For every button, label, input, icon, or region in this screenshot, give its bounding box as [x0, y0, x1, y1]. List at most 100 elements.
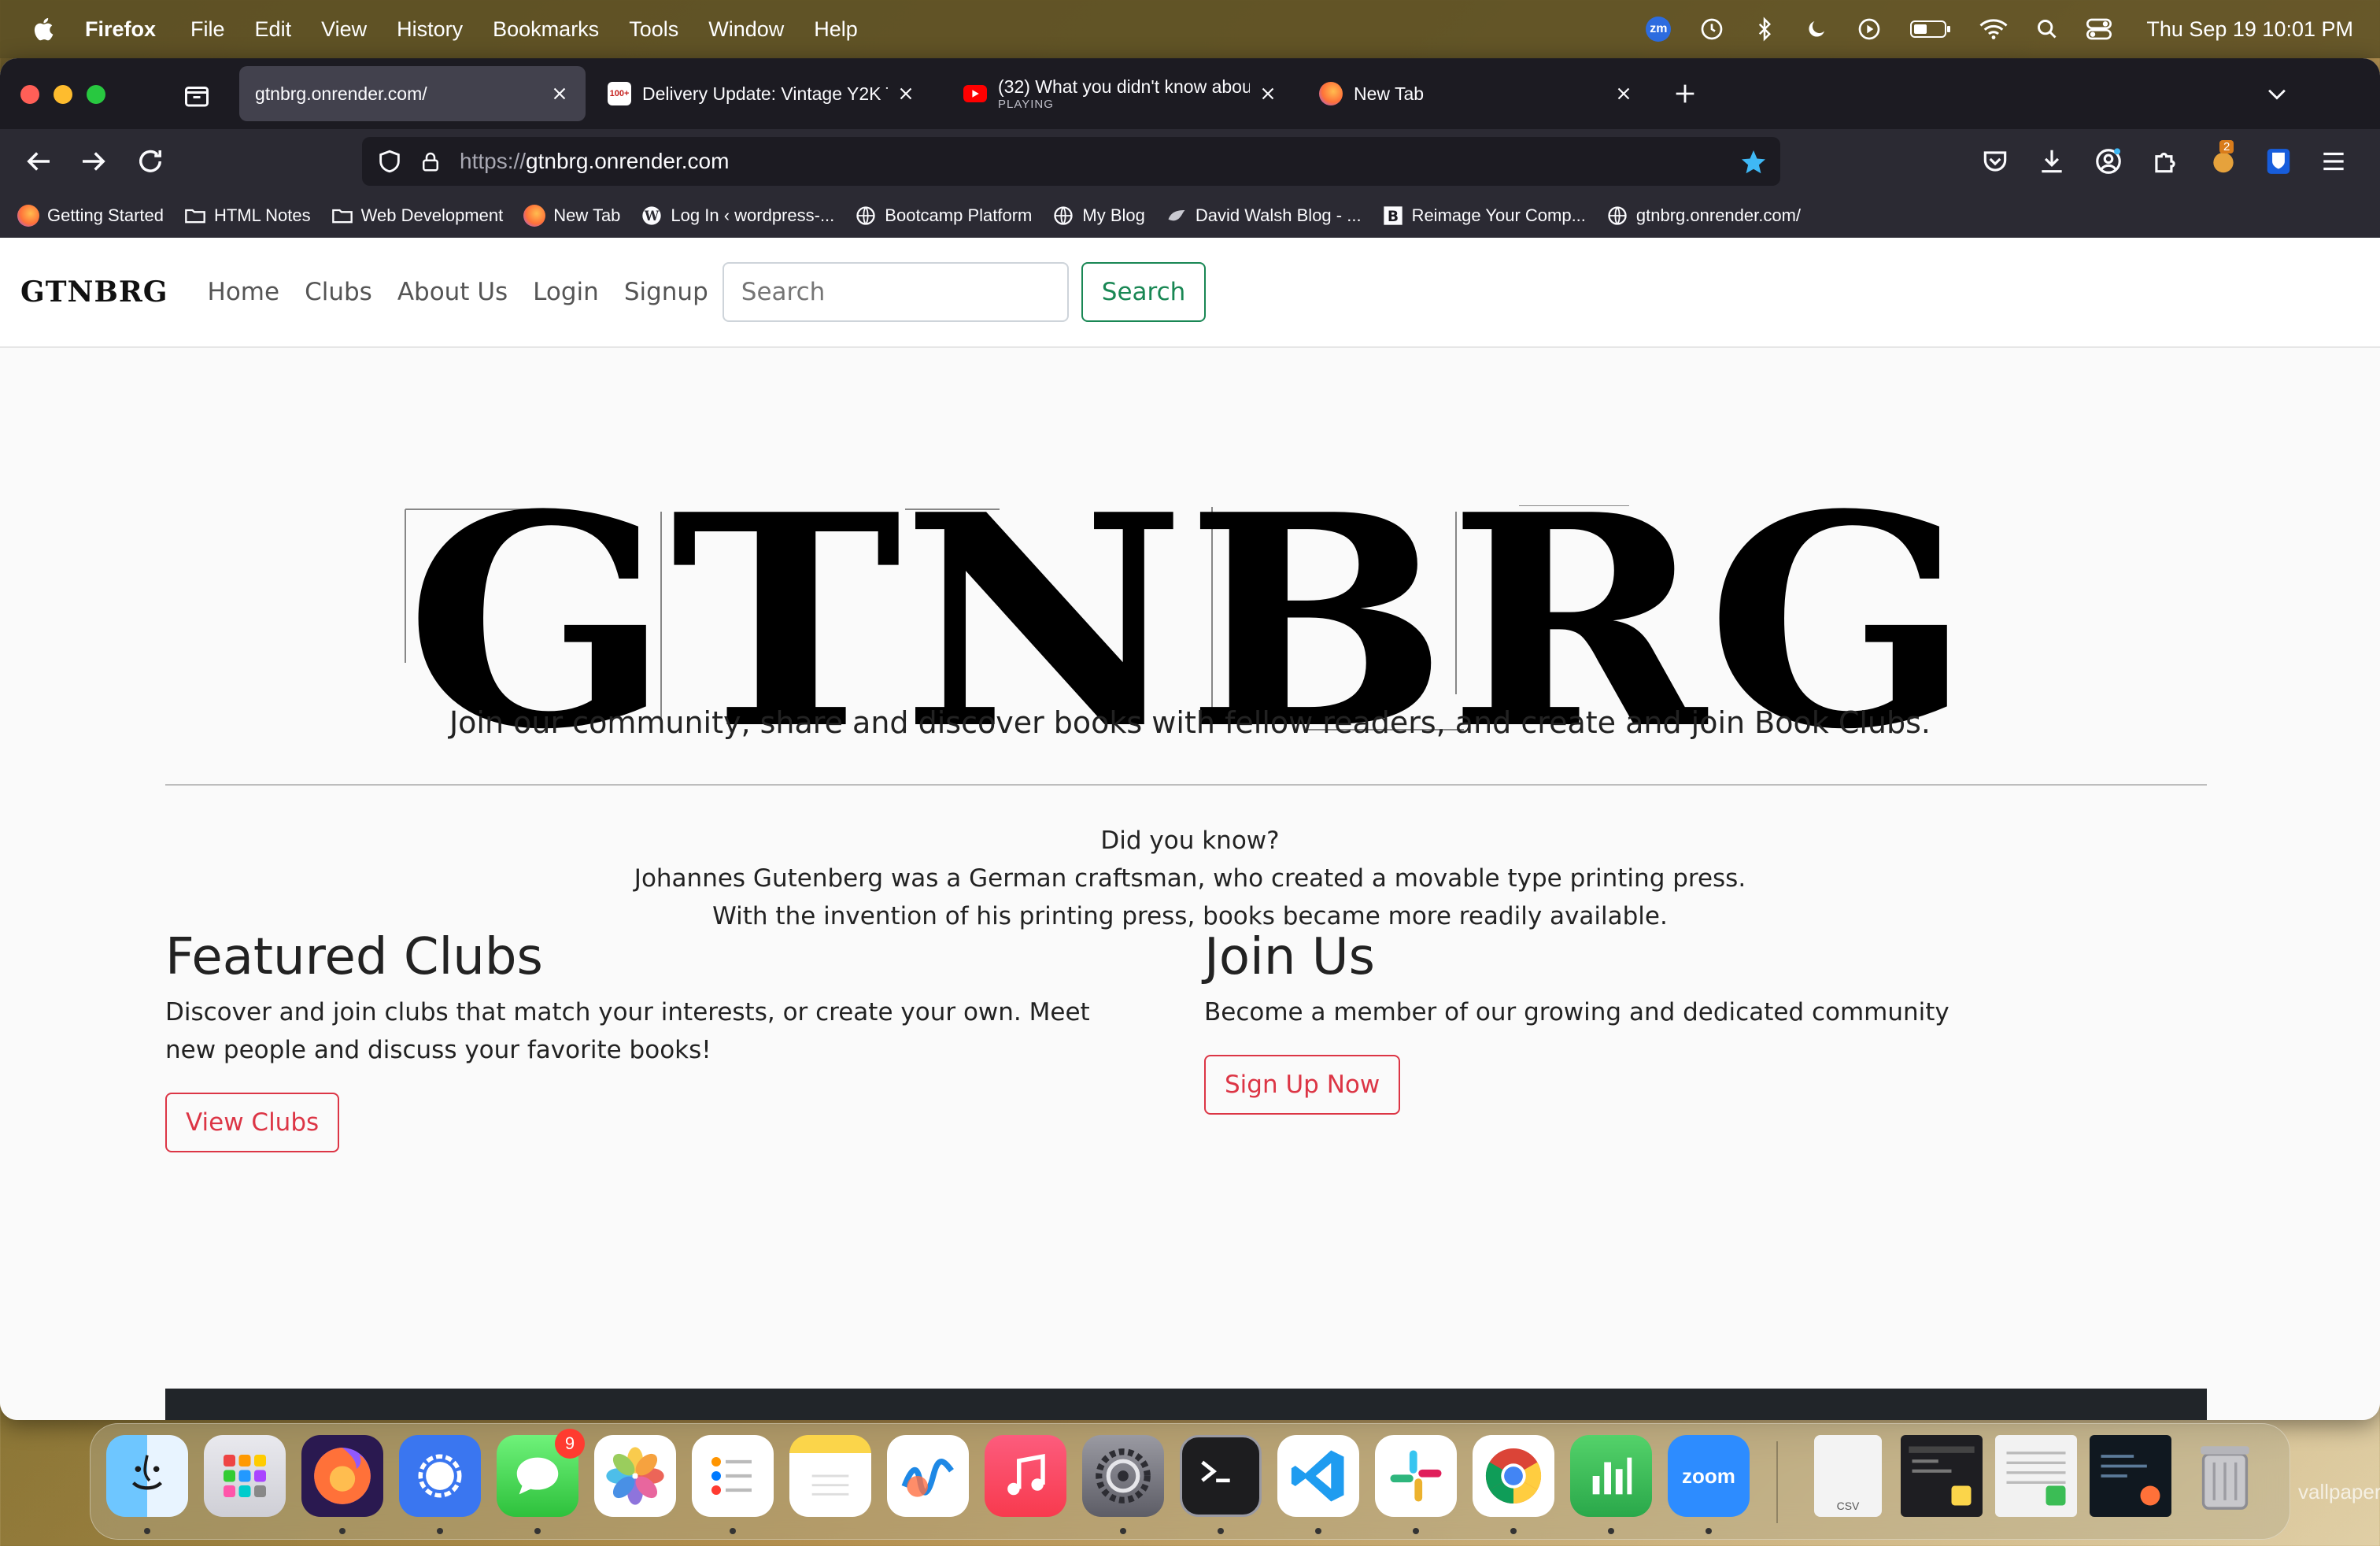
site-brand-link[interactable]: GTNBRG: [20, 276, 168, 309]
signal-icon[interactable]: [399, 1435, 481, 1517]
reload-icon[interactable]: [134, 145, 167, 178]
extension-with-badge[interactable]: 2: [2208, 140, 2241, 176]
bookmark-my-blog[interactable]: My Blog: [1052, 205, 1145, 227]
tracking-protection-shield-icon[interactable]: [376, 148, 403, 175]
focus-moon-icon[interactable]: [1805, 17, 1828, 41]
music-icon[interactable]: [985, 1435, 1066, 1517]
chrome-icon[interactable]: [1473, 1435, 1554, 1517]
close-tab-icon[interactable]: [1258, 83, 1278, 104]
menu-help[interactable]: Help: [814, 17, 858, 42]
launchpad-icon[interactable]: [204, 1435, 286, 1517]
recent-window-thumbnail-1[interactable]: [1901, 1435, 1983, 1517]
photos-icon[interactable]: [594, 1435, 676, 1517]
bookmark-getting-started[interactable]: Getting Started: [17, 205, 164, 227]
bluetooth-icon[interactable]: [1753, 17, 1776, 42]
zoom-status-icon[interactable]: zm: [1646, 17, 1672, 42]
bookmark-reimage[interactable]: B Reimage Your Comp...: [1382, 205, 1586, 227]
bookmark-wordpress-login[interactable]: W Log In ‹ wordpress-...: [641, 205, 834, 227]
list-all-tabs-chevron-icon[interactable]: [2264, 80, 2290, 107]
numbers-icon[interactable]: [1570, 1435, 1652, 1517]
recent-window-thumbnail-2[interactable]: [1995, 1435, 2077, 1517]
hamburger-menu-icon[interactable]: [2319, 146, 2349, 176]
minimize-window-button[interactable]: [54, 85, 72, 104]
dock-separator: [1776, 1441, 1778, 1523]
zoom-icon[interactable]: zoom: [1668, 1435, 1750, 1517]
menu-bookmarks[interactable]: Bookmarks: [493, 17, 599, 42]
lock-icon[interactable]: [419, 150, 442, 173]
menu-app-name[interactable]: Firefox: [85, 17, 156, 42]
forward-arrow-icon[interactable]: [77, 145, 110, 178]
site-search-button[interactable]: Search: [1081, 262, 1207, 322]
menubar-clock[interactable]: Thu Sep 19 10:01 PM: [2146, 17, 2353, 42]
site-search-input[interactable]: [722, 262, 1069, 322]
reminders-icon[interactable]: [692, 1435, 774, 1517]
spotlight-search-icon[interactable]: [2036, 18, 2058, 40]
control-center-icon[interactable]: [2086, 17, 2112, 41]
nav-home-link[interactable]: Home: [208, 278, 280, 306]
csv-file-icon[interactable]: CSV: [1814, 1435, 1882, 1517]
now-playing-icon[interactable]: [1857, 17, 1882, 42]
sign-up-now-button[interactable]: Sign Up Now: [1204, 1055, 1401, 1115]
system-settings-icon[interactable]: [1082, 1435, 1164, 1517]
new-tab-plus-icon[interactable]: [1672, 80, 1698, 107]
close-tab-icon[interactable]: [549, 83, 570, 104]
nav-clubs-link[interactable]: Clubs: [305, 278, 372, 306]
menu-tools[interactable]: Tools: [629, 17, 678, 42]
bookmark-new-tab[interactable]: New Tab: [523, 205, 620, 227]
apple-menu-icon[interactable]: [31, 16, 58, 43]
tab-youtube[interactable]: (32) What you didn't know abou PLAYING: [948, 66, 1294, 121]
pocket-icon[interactable]: [1980, 146, 2010, 176]
account-icon[interactable]: [2094, 146, 2123, 176]
menu-file[interactable]: File: [190, 17, 225, 42]
bookmark-bootcamp-platform[interactable]: Bootcamp Platform: [855, 205, 1032, 227]
globe-icon: [1608, 206, 1627, 225]
notes-icon[interactable]: [789, 1435, 871, 1517]
view-clubs-button[interactable]: View Clubs: [165, 1093, 340, 1152]
bookmark-web-development[interactable]: Web Development: [331, 205, 503, 227]
nav-about-link[interactable]: About Us: [397, 278, 508, 306]
url-text[interactable]: https://gtnbrg.onrender.com: [460, 149, 729, 174]
vscode-icon[interactable]: [1277, 1435, 1359, 1517]
slack-icon[interactable]: [1375, 1435, 1457, 1517]
extensions-puzzle-icon[interactable]: [2150, 146, 2180, 176]
terminal-icon[interactable]: [1180, 1435, 1262, 1517]
downloads-icon[interactable]: [2037, 146, 2067, 176]
tab-delivery-update[interactable]: 100+ Delivery Update: Vintage Y2K T(: [592, 66, 932, 121]
freeform-icon[interactable]: [887, 1435, 969, 1517]
address-bar[interactable]: https://gtnbrg.onrender.com: [362, 137, 1780, 186]
bookmark-html-notes[interactable]: HTML Notes: [184, 205, 311, 227]
desktop-wallpaper-label: vallpaper.: [2298, 1480, 2380, 1503]
firefox-view-icon[interactable]: [183, 82, 211, 110]
wordpress-icon: W: [642, 206, 662, 225]
battery-icon[interactable]: [1910, 18, 1951, 40]
messages-icon[interactable]: 9: [497, 1429, 585, 1517]
csv-file-label: CSV: [1836, 1500, 1860, 1512]
bookmark-star-icon[interactable]: [1739, 148, 1768, 176]
close-window-button[interactable]: [20, 85, 39, 104]
close-tab-icon[interactable]: [896, 83, 916, 104]
firefox-dock-icon[interactable]: [301, 1435, 383, 1517]
bitwarden-icon[interactable]: [2264, 146, 2293, 176]
finder-icon[interactable]: [106, 1435, 188, 1517]
tab-new-tab[interactable]: New Tab: [1303, 66, 1650, 121]
menu-history[interactable]: History: [397, 17, 463, 42]
recent-window-thumbnail-3[interactable]: [2090, 1435, 2171, 1517]
firefox-favicon-icon: [1319, 82, 1343, 105]
bookmark-david-walsh-blog[interactable]: David Walsh Blog - ...: [1166, 205, 1362, 227]
bookmark-gtnbrg[interactable]: gtnbrg.onrender.com/: [1606, 205, 1801, 227]
tab-audio-status: PLAYING: [998, 98, 1054, 111]
menu-edit[interactable]: Edit: [255, 17, 292, 42]
close-tab-icon[interactable]: [1613, 83, 1634, 104]
time-machine-icon[interactable]: [1699, 17, 1724, 42]
wifi-icon[interactable]: [1979, 18, 2008, 40]
back-arrow-icon[interactable]: [22, 145, 55, 178]
join-us-heading: Join Us: [1204, 928, 1375, 986]
menu-view[interactable]: View: [321, 17, 367, 42]
nav-login-link[interactable]: Login: [533, 278, 599, 306]
tab-title: Delivery Update: Vintage Y2K T(: [642, 83, 888, 104]
nav-signup-link[interactable]: Signup: [624, 278, 708, 306]
zoom-window-button[interactable]: [87, 85, 105, 104]
tab-gtnbrg[interactable]: gtnbrg.onrender.com/: [239, 66, 586, 121]
trash-icon[interactable]: [2184, 1435, 2266, 1517]
menu-window[interactable]: Window: [708, 17, 784, 42]
